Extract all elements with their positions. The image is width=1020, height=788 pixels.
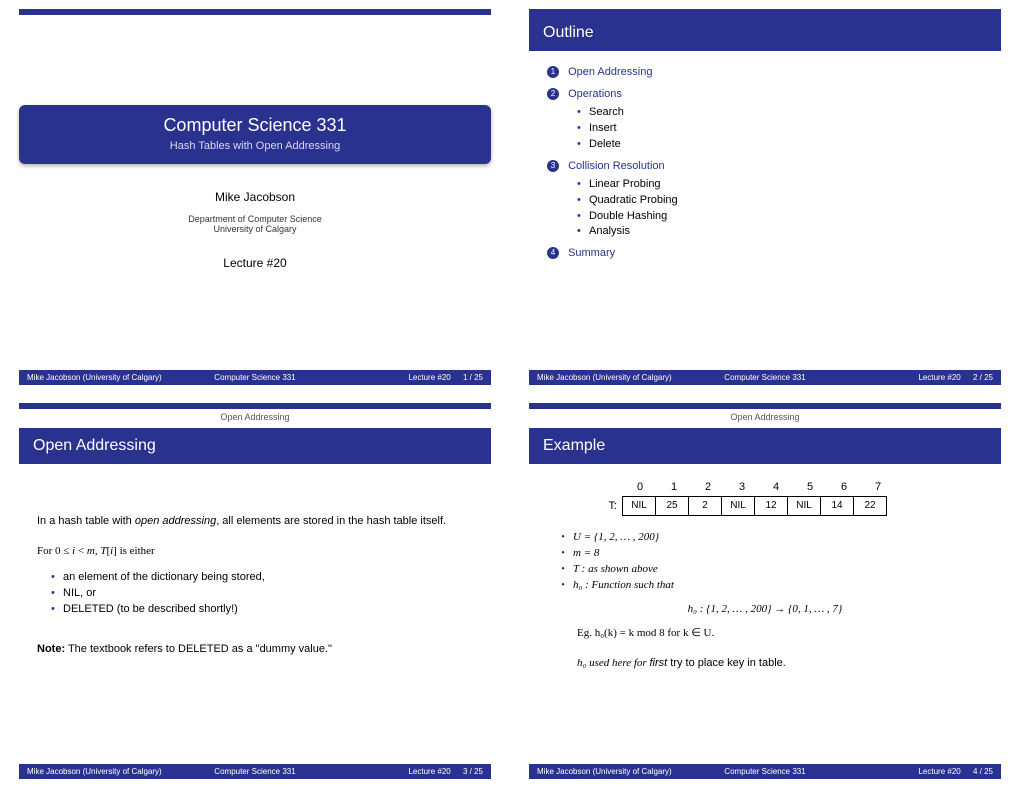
outline-label: Summary [568, 247, 615, 259]
title-card: Computer Science 331 Hash Tables with Op… [19, 105, 491, 164]
col-index: 3 [725, 480, 759, 496]
outline-list: 1 Open Addressing 2 Operations Search In… [547, 65, 983, 262]
slide-title: Computer Science 331 Hash Tables with Op… [0, 0, 510, 394]
enum-badge: 1 [547, 66, 559, 78]
col-index: 4 [759, 480, 793, 496]
outline-subitem: Analysis [577, 224, 983, 240]
footer-bar: Mike Jacobson (University of Calgary) Co… [19, 370, 491, 385]
footer-course: Computer Science 331 [179, 767, 331, 776]
footer-lecture: Lecture #20 [918, 767, 960, 776]
list-item: m = 8 [561, 546, 983, 562]
course-subtitle: Hash Tables with Open Addressing [35, 140, 475, 152]
department-line-2: University of Calgary [1, 224, 509, 234]
table-cell: NIL [721, 496, 755, 516]
section-heading: Outline [529, 15, 1001, 51]
table-cell: 22 [853, 496, 887, 516]
list-item: T : as shown above [561, 562, 983, 578]
author-name: Mike Jacobson [1, 190, 509, 204]
breadcrumb: Open Addressing [1, 409, 509, 428]
footer-lecture: Lecture #20 [408, 373, 450, 382]
hash-table-diagram: 0 1 2 3 4 5 6 7 T: NIL 25 2 NIL 12 NIL [597, 480, 983, 516]
col-index: 5 [793, 480, 827, 496]
footer-bar: Mike Jacobson (University of Calgary) Co… [19, 764, 491, 779]
outline-label: Operations [568, 88, 622, 100]
slide-open-addressing: Open Addressing Open Addressing In a has… [0, 394, 510, 788]
outline-subitem: Insert [577, 121, 983, 137]
footer-page: 3 / 25 [463, 767, 483, 776]
outline-subitem: Linear Probing [577, 177, 983, 193]
col-index: 6 [827, 480, 861, 496]
outline-label: Open Addressing [568, 66, 652, 78]
slide-outline: Outline 1 Open Addressing 2 Operations S… [510, 0, 1020, 394]
list-item: an element of the dictionary being store… [51, 570, 473, 586]
section-heading: Open Addressing [19, 428, 491, 464]
author-block: Mike Jacobson Department of Computer Sci… [1, 190, 509, 270]
lecture-number: Lecture #20 [1, 256, 509, 270]
list-item: U = {1, 2, … , 200} [561, 530, 983, 546]
outline-item: 1 Open Addressing [547, 65, 983, 81]
department-line-1: Department of Computer Science [1, 214, 509, 224]
footer-course: Computer Science 331 [689, 767, 841, 776]
outline-subitem: Search [577, 105, 983, 121]
outline-subitem: Quadratic Probing [577, 193, 983, 209]
footer-course: Computer Science 331 [689, 373, 841, 382]
col-index: 7 [861, 480, 895, 496]
enum-badge: 4 [547, 247, 559, 259]
table-cell: 12 [754, 496, 788, 516]
note: Note: The textbook refers to DELETED as … [37, 642, 473, 658]
math-display: h₀ : {1, 2, … , 200} → {0, 1, … , 7} [547, 602, 983, 618]
footer-bar: Mike Jacobson (University of Calgary) Co… [529, 370, 1001, 385]
outline-item: 4 Summary [547, 246, 983, 262]
section-heading: Example [529, 428, 1001, 464]
outline-subitem: Delete [577, 137, 983, 153]
col-index: 0 [623, 480, 657, 496]
footer-page: 4 / 25 [973, 767, 993, 776]
outline-label: Collision Resolution [568, 160, 665, 172]
paragraph: In a hash table with open addressing, al… [37, 514, 473, 530]
outline-item: 3 Collision Resolution Linear Probing Qu… [547, 159, 983, 241]
outline-item: 2 Operations Search Insert Delete [547, 87, 983, 153]
paragraph: For 0 ≤ i < m, T[i] is either [37, 544, 473, 560]
footer-author: Mike Jacobson (University of Calgary) [27, 767, 179, 776]
col-index: 1 [657, 480, 691, 496]
footer-page: 1 / 25 [463, 373, 483, 382]
outline-subitem: Double Hashing [577, 209, 983, 225]
example-line: Eg. h₀(k) = k mod 8 for k ∈ U. [577, 626, 983, 642]
table-label: T: [597, 496, 623, 516]
course-title: Computer Science 331 [35, 115, 475, 136]
closing-line: h₀ used here for first try to place key … [577, 656, 983, 672]
list-item: h₀ : Function such that [561, 578, 983, 594]
top-rule [19, 9, 491, 15]
footer-lecture: Lecture #20 [918, 373, 960, 382]
slide-example: Open Addressing Example 0 1 2 3 4 5 6 7 … [510, 394, 1020, 788]
table-cell: 14 [820, 496, 854, 516]
breadcrumb: Open Addressing [511, 409, 1019, 428]
footer-author: Mike Jacobson (University of Calgary) [537, 767, 689, 776]
footer-author: Mike Jacobson (University of Calgary) [27, 373, 179, 382]
table-cell: NIL [787, 496, 821, 516]
table-cell: NIL [622, 496, 656, 516]
enum-badge: 3 [547, 160, 559, 172]
footer-page: 2 / 25 [973, 373, 993, 382]
enum-badge: 2 [547, 88, 559, 100]
table-cell: 2 [688, 496, 722, 516]
footer-author: Mike Jacobson (University of Calgary) [537, 373, 689, 382]
list-item: NIL, or [51, 586, 473, 602]
table-cell: 25 [655, 496, 689, 516]
col-index: 2 [691, 480, 725, 496]
footer-bar: Mike Jacobson (University of Calgary) Co… [529, 764, 1001, 779]
footer-course: Computer Science 331 [179, 373, 331, 382]
list-item: DELETED (to be described shortly!) [51, 602, 473, 618]
footer-lecture: Lecture #20 [408, 767, 450, 776]
